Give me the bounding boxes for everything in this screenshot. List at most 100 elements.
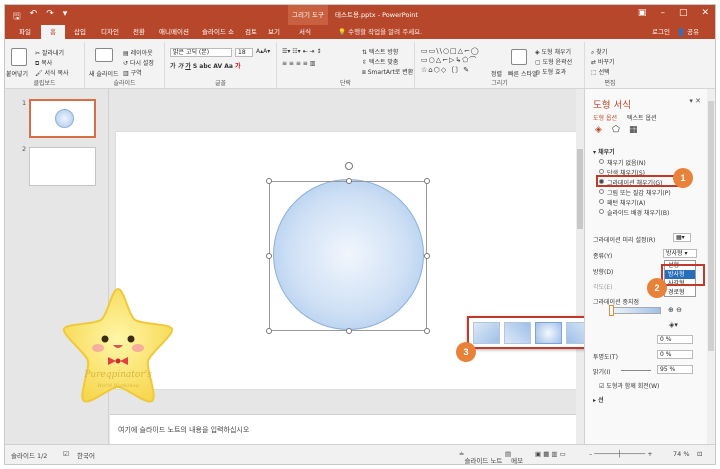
tab-transitions[interactable]: 전환 xyxy=(128,25,150,39)
tab-slideshow[interactable]: 슬라이드 쇼 xyxy=(198,25,238,39)
add-stop-icon[interactable]: ⊕ ⊖ xyxy=(668,306,682,314)
layout-button[interactable]: ▤ 레이아웃 xyxy=(123,48,153,57)
slide-thumbnail-1[interactable] xyxy=(29,99,96,138)
tab-review[interactable]: 검토 xyxy=(241,25,261,39)
align-buttons[interactable]: ≡ ≡ ≡ ≡ ▥ xyxy=(282,60,315,67)
notes-toggle[interactable]: ≐ 슬라이드 노트 xyxy=(459,450,502,464)
replace-button[interactable]: ⇄ 바꾸기 xyxy=(591,57,615,66)
brightness-slider[interactable] xyxy=(621,370,651,371)
view-buttons[interactable]: ▣ ▦ ▥ ▭ xyxy=(535,450,566,458)
language-indicator[interactable]: 한국어 xyxy=(77,450,95,460)
radio-solid-fill[interactable] xyxy=(599,169,604,174)
find-button[interactable]: ⌕ 찾기 xyxy=(591,47,607,57)
brightness-field[interactable]: 95 % xyxy=(657,365,693,374)
share-button[interactable]: 👤 공유 xyxy=(677,25,699,39)
resize-handle[interactable] xyxy=(424,253,430,259)
customize-icon[interactable]: ▾ xyxy=(63,9,68,25)
new-slide-button[interactable]: 새 슬라이드 xyxy=(89,69,119,78)
resize-handle[interactable] xyxy=(424,328,430,334)
rotate-handle-icon[interactable] xyxy=(345,162,353,170)
tab-view[interactable]: 보기 xyxy=(264,25,284,39)
paste-button[interactable]: 붙여넣기 xyxy=(6,69,28,78)
gradient-stops-bar[interactable] xyxy=(609,307,661,314)
login-link[interactable]: 로그인 xyxy=(652,25,670,39)
transparency-field[interactable]: 0 % xyxy=(657,350,693,359)
line-section-header[interactable]: ▸ 선 xyxy=(593,395,604,404)
list-buttons[interactable]: ☰▾ ☷▾ ⇤ ⇥ ↕ xyxy=(282,48,322,55)
size-properties-icon[interactable]: ▦ xyxy=(629,125,638,135)
position-field[interactable]: 0 % xyxy=(657,335,693,344)
resize-handle[interactable] xyxy=(266,253,272,259)
reset-button[interactable]: ↺ 다시 설정 xyxy=(123,58,154,67)
tab-insert[interactable]: 삽입 xyxy=(68,25,92,39)
gradient-stop-handle[interactable] xyxy=(609,305,614,316)
radio-no-fill[interactable] xyxy=(599,159,604,164)
tab-text-options[interactable]: 텍스트 옵션 xyxy=(627,113,657,122)
shape-outline-button[interactable]: ▢ 도형 윤곽선 xyxy=(535,57,572,66)
pane-scrollbar[interactable] xyxy=(707,89,715,444)
text-align-button[interactable]: ⇳ 텍스트 맞춤 xyxy=(362,57,398,66)
tab-animations[interactable]: 애니메이션 xyxy=(153,25,195,39)
zoom-level[interactable]: 74 % xyxy=(673,450,690,458)
close-pane-icon[interactable]: ▾ ✕ xyxy=(689,97,701,105)
format-painter-button[interactable]: 🖌 서식 복사 xyxy=(35,68,69,77)
fill-section-header[interactable]: ▾ 채우기 xyxy=(593,147,615,156)
quick-styles-icon[interactable] xyxy=(511,49,527,65)
rotate-with-shape-checkbox[interactable]: ☑ 도형과 함께 회전(W) xyxy=(599,381,659,390)
shape-fill-button[interactable]: ◈ 도형 채우기 xyxy=(535,47,571,56)
notes-pane[interactable]: 여기에 슬라이드 노트의 내용을 입력하십시오 xyxy=(110,414,576,444)
resize-handle[interactable] xyxy=(424,178,430,184)
tab-design[interactable]: 디자인 xyxy=(95,25,125,39)
maximize-icon[interactable]: □ xyxy=(679,8,688,18)
scrollbar-thumb[interactable] xyxy=(708,101,714,351)
type-dropdown[interactable]: 방사형 ▾ xyxy=(663,249,697,258)
resize-handle[interactable] xyxy=(346,178,352,184)
quick-styles-button[interactable]: 빠른 스타일 xyxy=(508,69,538,78)
font-size-box[interactable]: 18 xyxy=(235,48,253,57)
radio-pattern-fill[interactable] xyxy=(599,199,604,204)
resize-handle[interactable] xyxy=(266,328,272,334)
save-icon[interactable]: 🖫 xyxy=(13,9,21,25)
gradient-preset-swatch[interactable] xyxy=(473,322,500,344)
cut-button[interactable]: ✂ 잘라내기 xyxy=(35,48,64,57)
slide-scrollbar[interactable] xyxy=(576,89,584,444)
redo-icon[interactable]: ↷ xyxy=(46,9,54,25)
font-name-box[interactable]: 맑은 고딕 (본) xyxy=(170,48,232,57)
preset-dropdown[interactable]: ▦▾ xyxy=(673,233,691,242)
slide[interactable] xyxy=(116,132,576,389)
tab-format[interactable]: 서식 xyxy=(293,25,317,39)
smartart-button[interactable]: ⧈ SmartArt로 변환 xyxy=(362,67,413,77)
tab-shape-options[interactable]: 도형 옵션 xyxy=(593,113,617,122)
fit-to-window-icon[interactable]: ⊡ xyxy=(697,450,702,458)
new-slide-icon[interactable] xyxy=(95,48,113,62)
tab-home[interactable]: 홈 xyxy=(41,25,65,39)
radio-picture-fill[interactable] xyxy=(599,189,604,194)
effects-icon[interactable]: ⬠ xyxy=(612,125,620,135)
font-format-buttons[interactable]: 가 가 가 S abc AV Aa 가 xyxy=(170,61,241,70)
ribbon-display-icon[interactable]: ▣ xyxy=(638,8,647,18)
text-direction-button[interactable]: ⇅ 텍스트 방향 xyxy=(362,47,398,56)
shape-effects-button[interactable]: ◎ 도형 효과 xyxy=(535,67,566,76)
close-icon[interactable]: ✕ xyxy=(701,8,709,18)
gradient-preset-swatch[interactable] xyxy=(535,322,562,344)
minimize-icon[interactable]: – xyxy=(660,8,665,18)
slide-thumbnail-2[interactable] xyxy=(29,147,96,186)
resize-handle[interactable] xyxy=(346,328,352,334)
undo-icon[interactable]: ↶ xyxy=(30,9,38,25)
copy-button[interactable]: ⧉ 복사 xyxy=(35,58,52,68)
spellcheck-icon[interactable]: ☑ xyxy=(63,450,69,458)
arrange-button[interactable]: 정렬 xyxy=(491,69,502,78)
select-button[interactable]: ⬚ 선택 xyxy=(591,67,610,76)
scrollbar-thumb[interactable] xyxy=(577,149,583,229)
fill-line-icon[interactable]: ◈ xyxy=(595,125,602,135)
gradient-preset-swatch[interactable] xyxy=(504,322,531,344)
type-option[interactable]: 경로형 xyxy=(665,288,695,297)
comments-toggle[interactable]: ▤ 메모 xyxy=(505,450,523,464)
section-button[interactable]: ▥ 구역 xyxy=(123,68,142,77)
shapes-gallery[interactable]: ▭▭\\○□△⌐◯ ▭○△⌐▷↳⬠⌒ ☆⌂⬡◇〔〕✎ xyxy=(421,47,480,75)
tab-file[interactable]: 파일 xyxy=(13,25,37,39)
tell-me-search[interactable]: 💡 수행할 작업을 알려 주세요. xyxy=(338,25,422,39)
paste-icon[interactable] xyxy=(11,48,27,66)
color-picker-icon[interactable]: ◈▾ xyxy=(669,321,678,329)
radio-background-fill[interactable] xyxy=(599,209,604,214)
